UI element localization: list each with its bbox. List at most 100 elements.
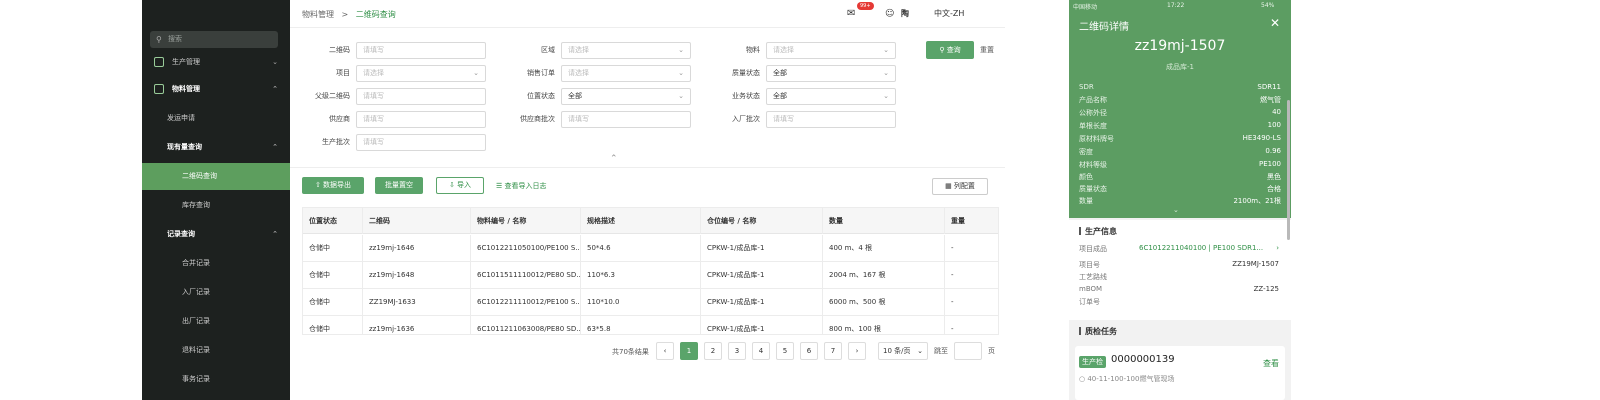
field-location-status: 位置状态 全部 ⌄	[495, 88, 695, 106]
table-cell: 6C1012211050100/PE100 S...	[471, 235, 581, 261]
batch-clear-button[interactable]: 批量置空	[375, 177, 423, 194]
info-row[interactable]: 项目成品 6C1012211040100 | PE100 SDR1... ›	[1079, 244, 1279, 256]
field-label: 供应商批次	[520, 115, 555, 123]
column-header[interactable]: 规格描述	[581, 208, 701, 234]
qc-section-title: 质检任务	[1079, 326, 1117, 337]
production-card: 生产信息 项目成品 6C1012211040100 | PE100 SDR1...…	[1069, 220, 1291, 320]
location-status-select[interactable]: 全部 ⌄	[561, 88, 691, 105]
goto-page-input[interactable]	[954, 342, 982, 360]
column-header[interactable]: 数量	[823, 208, 945, 234]
detail-value: SDR11	[1257, 83, 1281, 91]
query-button[interactable]: ⚲ 查询	[926, 41, 974, 59]
detail-row: 单根长度 100	[1079, 121, 1281, 133]
chevron-down-icon[interactable]: ⌄	[1173, 206, 1179, 214]
production-icon	[154, 57, 164, 67]
area-select[interactable]: 请选择 ⌄	[561, 42, 691, 59]
pagination: ‹ 1 2 3 4 5 6 7 › 10 条/页 ⌄ 跳至 页	[656, 342, 996, 360]
sidebar-item-return[interactable]: 退料记录	[142, 337, 290, 364]
detail-key: 材料等级	[1079, 161, 1107, 169]
table-cell: 800 m、100 根	[823, 316, 945, 334]
sidebar-item-material[interactable]: 物料管理 ⌃	[142, 76, 290, 103]
column-header[interactable]: 位置状态	[303, 208, 363, 234]
chevron-down-icon: ⌄	[678, 92, 684, 100]
scrollbar[interactable]	[1287, 100, 1290, 240]
column-header[interactable]: 重量	[945, 208, 998, 234]
export-button[interactable]: ⇧ 数据导出	[302, 177, 364, 194]
sidebar-item-inventory[interactable]: 库存查询	[142, 192, 290, 219]
production-batch-input[interactable]: 请填写	[356, 134, 486, 151]
sidebar-item-label: 入厂记录	[182, 288, 210, 296]
page-button[interactable]: 3	[728, 342, 746, 360]
top-bar: 物料管理 > 二维码查询 ✉ 99+ ☺ 陶 中文-ZH	[290, 0, 1005, 28]
qc-view-link[interactable]: 查看	[1263, 358, 1279, 369]
location-name: 成品库-1	[1166, 63, 1194, 71]
business-status-select[interactable]: 全部 ⌄	[766, 88, 896, 105]
table-row[interactable]: 仓储中 zz19mj-1636 6C1011211063008/PE80 SD.…	[303, 316, 998, 334]
chevron-left-icon: ‹	[663, 347, 667, 355]
reset-button[interactable]: 重置	[980, 45, 994, 55]
detail-row: 原材料牌号 HE3490-LS	[1079, 134, 1281, 146]
table-row[interactable]: 仓储中 zz19mj-1646 6C1012211050100/PE100 S.…	[303, 235, 998, 262]
qrcode-input[interactable]: 请填写	[356, 42, 486, 59]
info-value: ZZ-125	[1253, 285, 1279, 293]
project-select[interactable]: 请选择 ⌄	[356, 65, 486, 82]
import-button[interactable]: ⇩ 导入	[436, 177, 484, 194]
column-config-button[interactable]: ▦ 列配置	[932, 178, 988, 195]
detail-key: 原材料牌号	[1079, 135, 1114, 143]
breadcrumb-parent[interactable]: 物料管理	[302, 10, 334, 19]
table-row[interactable]: 仓储中 zz19mj-1648 6C1011511110012/PE80 SD.…	[303, 262, 998, 289]
detail-value: 0.96	[1265, 147, 1281, 155]
sidebar-item-transaction[interactable]: 事务记录	[142, 366, 290, 393]
next-page-button[interactable]: ›	[848, 342, 866, 360]
table-cell: 6C1012211110012/PE100 S...	[471, 289, 581, 315]
page-size-select[interactable]: 10 条/页 ⌄	[878, 342, 928, 360]
table-cell: CPKW-1/成品库-1	[701, 316, 823, 334]
detail-key: SDR	[1079, 83, 1094, 91]
column-header[interactable]: 物料编号 / 名称	[471, 208, 581, 234]
page-button[interactable]: 7	[824, 342, 842, 360]
search-icon: ⚲	[939, 46, 945, 54]
sidebar-item-shipping[interactable]: 发运申请	[142, 105, 290, 132]
import-log-link[interactable]: ☰ 查看导入日志	[496, 181, 547, 191]
prev-page-button[interactable]: ‹	[656, 342, 674, 360]
section-bar	[1079, 327, 1081, 335]
chevron-up-icon: ⌃	[272, 230, 278, 238]
supplier-input[interactable]: 请填写	[356, 111, 486, 128]
parent-qrcode-input[interactable]: 请填写	[356, 88, 486, 105]
import-label: 导入	[457, 181, 472, 189]
sales-order-select[interactable]: 请选择 ⌄	[561, 65, 691, 82]
page-button[interactable]: 2	[704, 342, 722, 360]
qc-code: 0000000139	[1111, 354, 1175, 365]
supplier-batch-input[interactable]: 请填写	[561, 111, 691, 128]
message-button[interactable]: ✉ 99+	[847, 2, 874, 19]
detail-key: 密度	[1079, 148, 1093, 156]
table-row[interactable]: 仓储中 ZZ19MJ-1633 6C1012211110012/PE100 S.…	[303, 289, 998, 316]
material-select[interactable]: 请选择 ⌄	[766, 42, 896, 59]
sidebar-search-input[interactable]: ⚲ 搜索	[150, 31, 278, 48]
chevron-up-icon[interactable]: ⌃	[610, 154, 618, 164]
page-button[interactable]: 4	[752, 342, 770, 360]
sidebar-item-stock-query[interactable]: 现有量查询 ⌃	[142, 134, 290, 161]
gap	[1005, 0, 1069, 400]
page-button[interactable]: 6	[800, 342, 818, 360]
sidebar-item-inbound[interactable]: 入厂记录	[142, 279, 290, 306]
detail-value: 40	[1272, 108, 1281, 116]
close-icon[interactable]: ✕	[1270, 16, 1280, 30]
quality-status-select[interactable]: 全部 ⌄	[766, 65, 896, 82]
sidebar-item-label: 合并记录	[182, 259, 210, 267]
table-cell: 6C1011511110012/PE80 SD...	[471, 262, 581, 288]
language-switch[interactable]: 中文-ZH	[934, 8, 964, 19]
sidebar-item-merge[interactable]: 合并记录	[142, 250, 290, 277]
user-menu[interactable]: ☺ 陶	[885, 8, 909, 19]
column-header[interactable]: 二维码	[363, 208, 471, 234]
qc-task-card[interactable]: 生产检 0000000139 查看 ○ 40-11-100-100燃气管现场	[1075, 346, 1285, 400]
column-header[interactable]: 仓位编号 / 名称	[701, 208, 823, 234]
page-button[interactable]: 5	[776, 342, 794, 360]
page-button[interactable]: 1	[680, 342, 698, 360]
sidebar-item-outbound[interactable]: 出厂记录	[142, 308, 290, 335]
table-cell: -	[951, 325, 954, 333]
sidebar-item-records[interactable]: 记录查询 ⌃	[142, 221, 290, 248]
sidebar-item-qrcode[interactable]: 二维码查询	[142, 163, 290, 190]
sidebar-item-production[interactable]: 生产管理 ⌄	[142, 49, 290, 76]
inbound-batch-input[interactable]: 请填写	[766, 111, 896, 128]
